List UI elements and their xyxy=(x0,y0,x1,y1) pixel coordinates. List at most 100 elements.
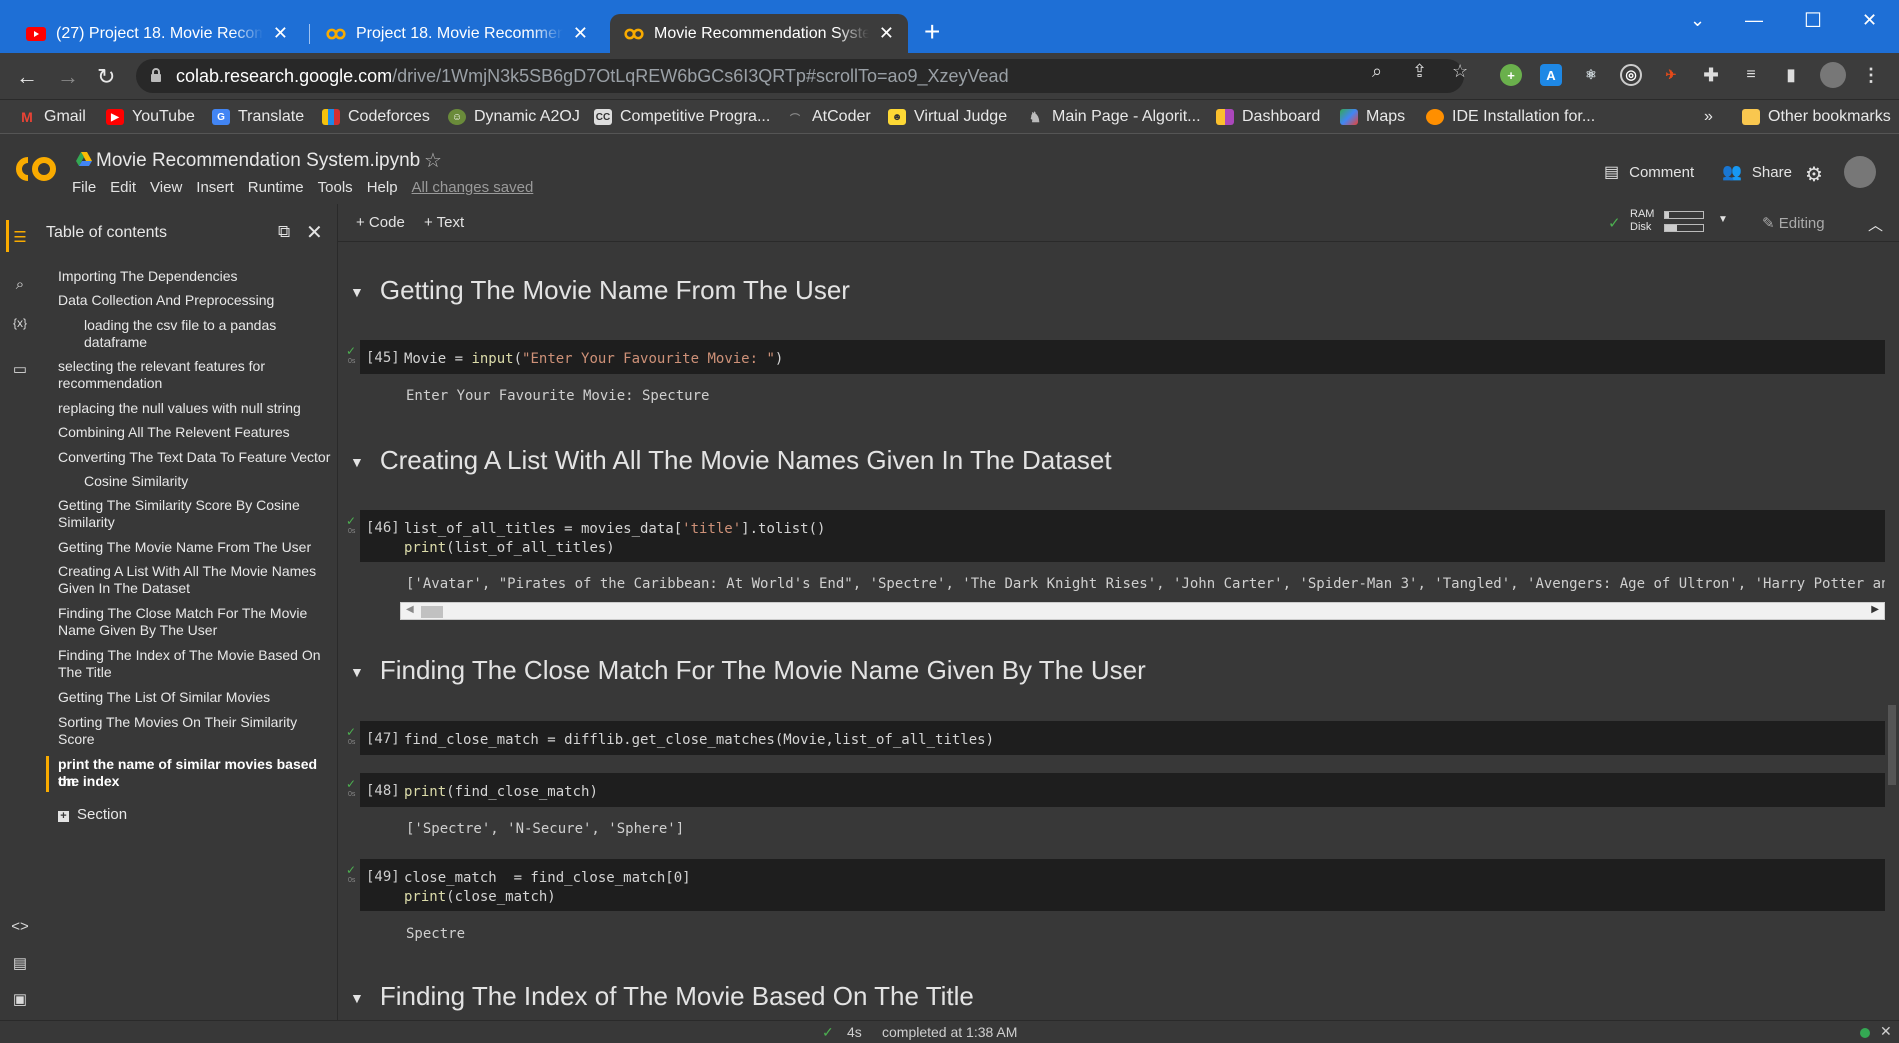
browser-tab-active[interactable]: Movie Recommendation System.i ✕ xyxy=(610,14,908,53)
code-cell[interactable]: ✓ 0s [45] Movie = input("Enter Your Favou… xyxy=(346,340,1885,374)
extension-target-icon[interactable]: ◎ xyxy=(1620,64,1642,86)
toc-item-cont[interactable]: Score xyxy=(58,731,95,748)
toc-item[interactable]: Cosine Similarity xyxy=(84,473,188,490)
bookmark-algorithms[interactable]: ♞ Main Page - Algorit... xyxy=(1026,108,1201,126)
terminal-icon[interactable]: ▣ xyxy=(11,990,29,1008)
toc-item[interactable]: Finding The Index of The Movie Based On xyxy=(58,647,321,664)
extension-rocket-icon[interactable]: ✈ xyxy=(1660,64,1682,86)
status-message[interactable]: completed at 1:38 AM xyxy=(882,1024,1017,1040)
tab-search-icon[interactable]: ⌄ xyxy=(1690,10,1705,31)
extensions-puzzle-icon[interactable]: ✚ xyxy=(1700,64,1722,86)
toc-item[interactable]: Getting The Movie Name From The User xyxy=(58,539,311,556)
bookmark-virtual-judge[interactable]: ☻ Virtual Judge xyxy=(888,108,1007,126)
add-text-button[interactable]: + Text xyxy=(424,214,464,231)
star-icon[interactable]: ☆ xyxy=(424,148,442,173)
share-page-icon[interactable]: ⇪ xyxy=(1412,61,1427,82)
bookmark-a2oj[interactable]: ☺ Dynamic A2OJ xyxy=(448,108,580,126)
bookmark-maps[interactable]: Maps xyxy=(1340,108,1405,126)
output-horizontal-scrollbar[interactable]: ◀ ▶ xyxy=(400,602,1885,620)
search-icon[interactable]: ⌕ xyxy=(11,276,29,293)
toc-item[interactable]: Combining All The Relevent Features xyxy=(58,424,290,441)
toc-item-active-cont[interactable]: the index xyxy=(58,773,119,790)
toc-item[interactable]: replacing the null values with null stri… xyxy=(58,400,301,417)
bookmarks-overflow[interactable]: » xyxy=(1704,108,1713,126)
toc-item-cont[interactable]: Name Given By The User xyxy=(58,622,217,639)
toc-icon[interactable]: ☰ xyxy=(11,228,29,246)
section-heading[interactable]: ▼ Finding The Index of The Movie Based On… xyxy=(350,981,974,1012)
cell-code[interactable]: list_of_all_titles = movies_data['title'… xyxy=(404,520,825,558)
back-icon[interactable]: ← xyxy=(16,64,38,90)
reload-icon[interactable]: ↻ xyxy=(97,64,115,90)
extension-plus-icon[interactable]: + xyxy=(1500,64,1522,86)
section-heading[interactable]: ▼ Creating A List With All The Movie Name… xyxy=(350,445,1112,476)
save-status[interactable]: All changes saved xyxy=(412,179,534,196)
comment-button[interactable]: ▤ Comment xyxy=(1604,162,1694,182)
maximize-icon[interactable]: ☐ xyxy=(1804,8,1822,33)
extension-appstore-icon[interactable]: A xyxy=(1540,64,1562,86)
window-close-icon[interactable]: ✕ xyxy=(1862,10,1877,31)
react-devtools-icon[interactable]: ⚛ xyxy=(1580,64,1602,86)
toc-item[interactable]: Getting The List Of Similar Movies xyxy=(58,689,270,706)
url-field[interactable]: colab.research.google.com/drive/1WmjN3k5… xyxy=(136,59,1464,93)
add-code-button[interactable]: + Code xyxy=(356,214,405,231)
close-status-icon[interactable]: ✕ xyxy=(1880,1023,1892,1040)
scroll-left-icon[interactable]: ◀ xyxy=(406,604,414,615)
menu-runtime[interactable]: Runtime xyxy=(248,179,304,196)
toc-item-cont[interactable]: Similarity xyxy=(58,514,115,531)
scrollbar-thumb[interactable] xyxy=(421,606,443,618)
share-button[interactable]: 👥 Share xyxy=(1722,162,1792,182)
files-folder-icon[interactable]: ▭ xyxy=(11,360,29,378)
toc-item[interactable]: loading the csv file to a pandas xyxy=(84,317,276,334)
scroll-right-icon[interactable]: ▶ xyxy=(1871,604,1879,615)
cell-code[interactable]: close_match = find_close_match[0] print(… xyxy=(404,869,691,907)
command-palette-icon[interactable]: ▤ xyxy=(11,954,29,972)
run-status-icon[interactable]: ✓ 0s xyxy=(346,777,356,798)
menu-file[interactable]: File xyxy=(72,179,96,196)
toc-item[interactable]: Sorting The Movies On Their Similarity xyxy=(58,714,297,731)
editing-mode[interactable]: ✎ Editing xyxy=(1762,214,1825,232)
reading-list-icon[interactable]: ≡ xyxy=(1740,64,1762,86)
toc-item[interactable]: Getting The Similarity Score By Cosine xyxy=(58,497,300,514)
code-cell[interactable]: ✓ 0s [46] list_of_all_titles = movies_dat… xyxy=(346,510,1885,562)
browser-tab[interactable]: (27) Project 18. Movie Recommen ✕ xyxy=(12,14,302,53)
run-status-icon[interactable]: ✓ 0s xyxy=(346,514,356,535)
close-icon[interactable]: ✕ xyxy=(573,23,588,44)
close-panel-icon[interactable]: ✕ xyxy=(306,220,323,245)
bookmark-star-icon[interactable]: ☆ xyxy=(1452,61,1468,82)
bookmark-codeforces[interactable]: Codeforces xyxy=(322,108,430,126)
run-status-icon[interactable]: ✓ 0s xyxy=(346,863,356,884)
toc-item[interactable]: Creating A List With All The Movie Names xyxy=(58,563,316,580)
bookmark-atcoder[interactable]: ⌒ AtCoder xyxy=(786,108,871,126)
new-tab-icon[interactable]: + xyxy=(924,18,940,46)
user-avatar[interactable] xyxy=(1844,156,1876,188)
bookmark-dashboard[interactable]: Dashboard xyxy=(1216,108,1320,126)
bookmark-ide-installation[interactable]: IDE Installation for... xyxy=(1426,108,1595,126)
other-bookmarks[interactable]: Other bookmarks xyxy=(1742,108,1891,126)
bookmark-competitive-programming[interactable]: CC Competitive Progra... xyxy=(594,108,770,126)
toc-item-cont[interactable]: recommendation xyxy=(58,375,162,392)
notebook-vertical-scrollbar[interactable] xyxy=(1888,705,1896,785)
menu-insert[interactable]: Insert xyxy=(196,179,234,196)
cell-code[interactable]: find_close_match = difflib.get_close_mat… xyxy=(404,731,994,750)
bookmark-youtube[interactable]: ▶ YouTube xyxy=(106,108,195,126)
open-in-tab-icon[interactable]: ⧉ xyxy=(278,222,290,242)
browser-menu-icon[interactable]: ⋮ xyxy=(1860,64,1882,86)
code-cell[interactable]: ✓ 0s [49] close_match = find_close_match[… xyxy=(346,859,1885,911)
toc-item-cont[interactable]: dataframe xyxy=(84,334,147,351)
collapse-chevron-icon[interactable]: ▼ xyxy=(350,284,364,300)
toc-item-cont[interactable]: The Title xyxy=(58,664,112,681)
ram-disk-indicator[interactable]: RAM Disk xyxy=(1630,208,1654,234)
bookmark-gmail[interactable]: M Gmail xyxy=(18,108,86,126)
menu-tools[interactable]: Tools xyxy=(318,179,353,196)
menu-help[interactable]: Help xyxy=(367,179,398,196)
collapse-chevron-icon[interactable]: ▼ xyxy=(350,990,364,1006)
zoom-icon[interactable]: ⌕ xyxy=(1372,61,1382,82)
bookmark-translate[interactable]: G Translate xyxy=(212,108,304,126)
minimize-icon[interactable]: — xyxy=(1745,10,1763,31)
collapse-chevron-icon[interactable]: ▼ xyxy=(350,454,364,470)
close-icon[interactable]: ✕ xyxy=(879,23,894,44)
add-section-button[interactable]: + Section xyxy=(58,806,127,823)
toc-item[interactable]: Importing The Dependencies xyxy=(58,268,238,285)
section-heading[interactable]: ▼ Getting The Movie Name From The User xyxy=(350,275,850,306)
toc-item[interactable]: selecting the relevant features for xyxy=(58,358,265,375)
